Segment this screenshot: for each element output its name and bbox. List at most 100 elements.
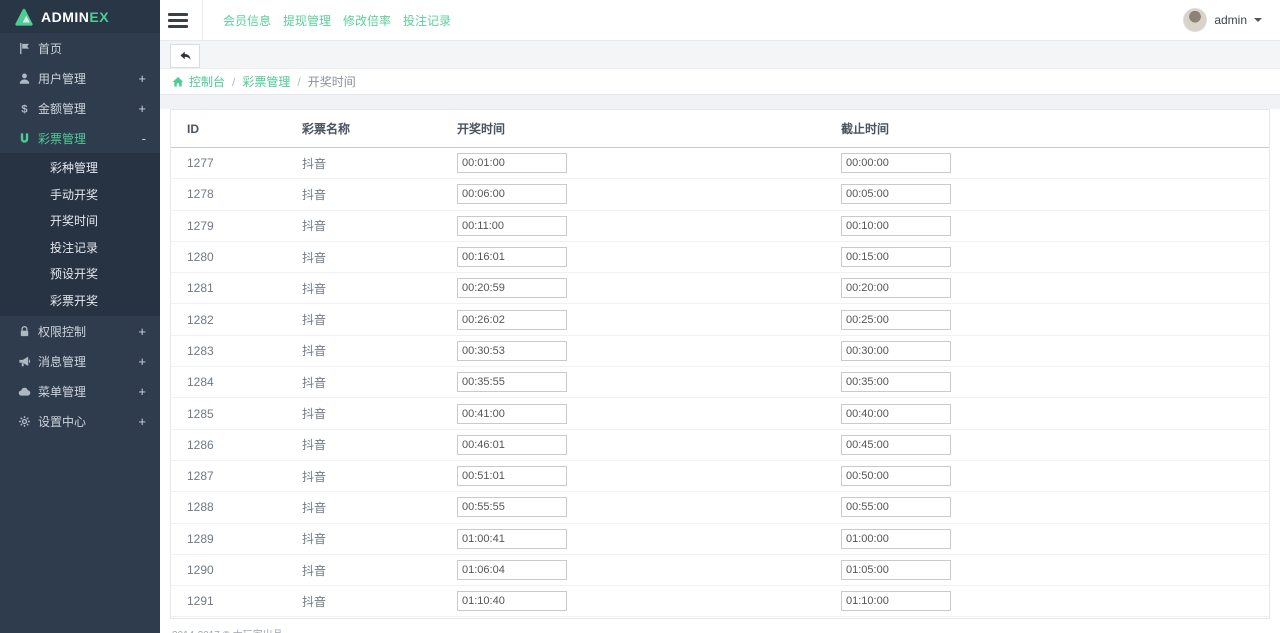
cell-lottery-name: 抖音 xyxy=(302,250,327,265)
hamburger-menu-icon[interactable] xyxy=(168,10,188,31)
table-row: 1283 抖音 xyxy=(171,336,1269,368)
sidebar-item-finance-management[interactable]: $ 金额管理 + xyxy=(0,93,160,123)
cell-lottery-name: 抖音 xyxy=(302,438,327,453)
back-button[interactable] xyxy=(170,44,200,68)
expand-plus-icon: + xyxy=(138,323,146,339)
close-time-input[interactable] xyxy=(841,309,951,330)
close-time-input[interactable] xyxy=(841,528,951,549)
close-time-input[interactable] xyxy=(841,372,951,393)
cell-id: 1278 xyxy=(187,187,214,202)
draw-time-input[interactable] xyxy=(457,184,567,205)
cell-lottery-name: 抖音 xyxy=(302,187,327,202)
topbar: 会员信息 提现管理 修改倍率 投注记录 admin xyxy=(160,0,1280,41)
sidebar-item-lottery-management[interactable]: 彩票管理 - xyxy=(0,123,160,153)
table-row: 1287 抖音 xyxy=(171,461,1269,493)
breadcrumb-home[interactable]: 控制台 xyxy=(172,73,225,90)
header-close-time: 截止时间 xyxy=(841,122,890,136)
close-time-input[interactable] xyxy=(841,153,951,174)
cell-lottery-name: 抖音 xyxy=(302,532,327,547)
sidebar-item-permission-control[interactable]: 权限控制 + xyxy=(0,316,160,346)
draw-time-input[interactable] xyxy=(457,278,567,299)
close-time-input[interactable] xyxy=(841,340,951,361)
draw-time-input[interactable] xyxy=(457,591,567,612)
sidebar-subitem-preset-draw[interactable]: 预设开奖 xyxy=(0,261,160,288)
sidebar-item-user-management[interactable]: 用户管理 + xyxy=(0,63,160,93)
avatar xyxy=(1183,8,1208,32)
expand-minus-icon: - xyxy=(141,130,146,146)
nav-link-withdraw-management[interactable]: 提现管理 xyxy=(283,12,331,29)
sidebar-subitem-draw-time[interactable]: 开奖时间 xyxy=(0,208,160,235)
sidebar-subitem-lottery-type[interactable]: 彩种管理 xyxy=(0,155,160,182)
svg-text:$: $ xyxy=(21,103,28,114)
footer-copyright: 2014-2017 © 大玩家出品 xyxy=(172,626,1280,633)
megaphone-icon xyxy=(18,355,38,368)
table-row: 1277 抖音 xyxy=(171,148,1269,180)
cell-id: 1286 xyxy=(187,437,214,452)
cell-lottery-name: 抖音 xyxy=(302,594,327,609)
close-time-input[interactable] xyxy=(841,403,951,424)
draw-time-input[interactable] xyxy=(457,466,567,487)
sidebar-item-message-management[interactable]: 消息管理 + xyxy=(0,346,160,376)
sidebar-item-menu-management[interactable]: 菜单管理 + xyxy=(0,376,160,406)
close-time-input[interactable] xyxy=(841,497,951,518)
cell-id: 1285 xyxy=(187,406,214,421)
expand-plus-icon: + xyxy=(138,413,146,429)
breadcrumb: 控制台 / 彩票管理 / 开奖时间 xyxy=(160,68,1280,95)
nav-link-member-info[interactable]: 会员信息 xyxy=(223,12,271,29)
draw-time-input[interactable] xyxy=(457,528,567,549)
cell-id: 1283 xyxy=(187,343,214,358)
close-time-input[interactable] xyxy=(841,434,951,455)
close-time-input[interactable] xyxy=(841,466,951,487)
draw-time-input[interactable] xyxy=(457,247,567,268)
table-row: 1279 抖音 xyxy=(171,211,1269,242)
dollar-icon: $ xyxy=(18,102,38,114)
draw-time-input[interactable] xyxy=(457,434,567,455)
topbar-divider xyxy=(202,0,203,40)
cell-id: 1280 xyxy=(187,250,214,265)
draw-time-input[interactable] xyxy=(457,153,567,174)
cell-lottery-name: 抖音 xyxy=(302,281,327,296)
header-lottery-name: 彩票名称 xyxy=(302,122,351,136)
draw-time-input[interactable] xyxy=(457,340,567,361)
close-time-input[interactable] xyxy=(841,215,951,236)
sidebar-subitem-lottery-draw[interactable]: 彩票开奖 xyxy=(0,288,160,315)
back-arrow-icon xyxy=(179,50,192,62)
cell-id: 1290 xyxy=(187,563,214,577)
close-time-input[interactable] xyxy=(841,560,951,580)
draw-time-input[interactable] xyxy=(457,560,567,580)
breadcrumb-section[interactable]: 彩票管理 xyxy=(242,73,290,90)
draw-time-table: ID 彩票名称 开奖时间 截止时间 1277 抖音 1278 抖音 1279 抖… xyxy=(170,109,1270,619)
close-time-input[interactable] xyxy=(841,278,951,299)
cell-id: 1291 xyxy=(187,594,214,609)
brand-logo-icon xyxy=(14,8,34,26)
expand-plus-icon: + xyxy=(138,383,146,399)
table-row: 1291 抖音 xyxy=(171,586,1269,618)
table-row: 1290 抖音 xyxy=(171,555,1269,587)
draw-time-input[interactable] xyxy=(457,309,567,330)
table-row: 1280 抖音 xyxy=(171,242,1269,274)
nav-link-modify-rate[interactable]: 修改倍率 xyxy=(343,12,391,29)
draw-time-input[interactable] xyxy=(457,497,567,518)
user-menu[interactable]: admin xyxy=(1183,8,1280,32)
sidebar-item-home[interactable]: 首页 xyxy=(0,33,160,63)
close-time-input[interactable] xyxy=(841,247,951,268)
nav-link-bet-records[interactable]: 投注记录 xyxy=(403,12,451,29)
sidebar-subitem-bet-records[interactable]: 投注记录 xyxy=(0,235,160,262)
expand-plus-icon: + xyxy=(138,353,146,369)
draw-time-input[interactable] xyxy=(457,372,567,393)
brand-logo[interactable]: ADMINEX xyxy=(0,0,160,33)
header-id: ID xyxy=(187,121,199,136)
sidebar-item-settings-center[interactable]: 设置中心 + xyxy=(0,406,160,436)
lock-icon xyxy=(18,325,38,338)
draw-time-input[interactable] xyxy=(457,403,567,424)
sidebar-subitem-manual-draw[interactable]: 手动开奖 xyxy=(0,182,160,209)
close-time-input[interactable] xyxy=(841,184,951,205)
cell-lottery-name: 抖音 xyxy=(302,313,327,328)
lottery-submenu: 彩种管理 手动开奖 开奖时间 投注记录 预设开奖 彩票开奖 xyxy=(0,153,160,316)
cell-lottery-name: 抖音 xyxy=(302,219,327,234)
user-name: admin xyxy=(1214,13,1247,27)
chevron-down-icon xyxy=(1254,18,1262,22)
close-time-input[interactable] xyxy=(841,591,951,612)
draw-time-input[interactable] xyxy=(457,215,567,236)
table-row: 1284 抖音 xyxy=(171,367,1269,399)
